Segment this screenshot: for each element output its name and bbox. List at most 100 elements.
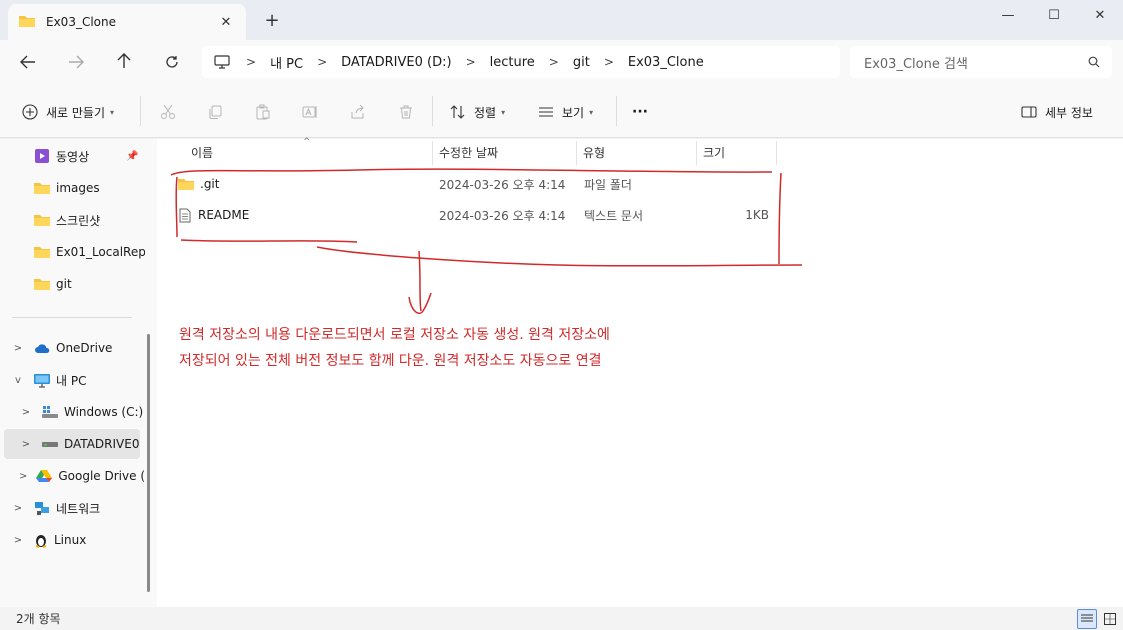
new-button[interactable]: 새로 만들기 ▾ [22, 100, 114, 124]
folder-icon [34, 278, 50, 291]
monitor-icon [214, 55, 230, 69]
sidebar-item-videos[interactable]: 동영상 📌 [0, 141, 145, 171]
details-label: 세부 정보 [1045, 105, 1093, 120]
details-pane-button[interactable]: 세부 정보 [1021, 100, 1093, 124]
arrow-right-icon [68, 54, 84, 73]
up-button[interactable] [110, 50, 138, 76]
cloud-icon [34, 343, 50, 354]
rename-button[interactable] [302, 100, 318, 124]
copy-icon [207, 104, 223, 120]
chevron-down-icon: ▾ [501, 107, 506, 117]
annotation-arrow [408, 250, 432, 315]
sidebar-scrollbar[interactable] [147, 334, 150, 592]
share-button[interactable] [350, 100, 366, 124]
breadcrumb-separator: > [317, 55, 328, 69]
toolbar-divider [432, 96, 433, 126]
command-bar: 새로 만들기 ▾ 정렬 ▾ 보기 ▾ ··· 세부 정보 [0, 86, 1123, 138]
status-bar: 2개 항목 [0, 607, 1123, 630]
sort-button[interactable]: 정렬 ▾ [450, 100, 505, 124]
video-icon [34, 148, 50, 164]
maximize-button[interactable]: ☐ [1031, 0, 1077, 30]
drive-icon [42, 405, 58, 419]
sidebar-item-label: 네트워크 [56, 501, 101, 516]
breadcrumb-git[interactable]: git [573, 55, 590, 70]
toolbar-divider [140, 96, 141, 126]
new-button-label: 새로 만들기 [46, 105, 106, 120]
sidebar-item-label: Windows (C:) [64, 405, 144, 419]
refresh-button[interactable] [158, 50, 186, 76]
chevron-right-icon[interactable]: > [10, 503, 26, 514]
tab-ex03-clone[interactable]: Ex03_Clone ✕ [8, 4, 246, 40]
address-bar[interactable]: > 내 PC > DATADRIVE0 (D:) > lecture > git… [202, 46, 840, 78]
view-button[interactable]: 보기 ▾ [538, 100, 593, 124]
new-tab-button[interactable]: + [262, 10, 282, 31]
file-list: ^ 이름 수정한 날짜 유형 크기 .git 2024-03-26 오후 4:1… [157, 137, 1123, 607]
more-options-button[interactable]: ··· [632, 100, 648, 124]
sidebar-divider [12, 317, 132, 318]
search-icon [1088, 56, 1100, 68]
breadcrumb-lecture[interactable]: lecture [490, 55, 535, 70]
back-button[interactable] [14, 50, 42, 76]
sidebar-item-images[interactable]: images [0, 173, 145, 203]
chevron-down-icon: ▾ [589, 107, 594, 117]
delete-button[interactable] [398, 100, 414, 124]
tiles-view-button[interactable] [1100, 609, 1120, 629]
chevron-down-icon[interactable]: v [10, 375, 26, 386]
sidebar-item-datadrive0[interactable]: > DATADRIVE0 [4, 429, 140, 459]
paste-button[interactable] [255, 100, 271, 124]
scissors-icon [160, 104, 176, 120]
sidebar-item-google-drive[interactable]: > Google Drive ( [0, 461, 145, 491]
search-placeholder: Ex03_Clone 검색 [864, 56, 968, 72]
pin-icon: 📌 [126, 150, 139, 162]
sidebar-item-git[interactable]: git [0, 269, 145, 299]
chevron-right-icon[interactable]: > [18, 407, 34, 418]
folder-icon [34, 214, 50, 227]
share-icon [350, 104, 366, 120]
sidebar-item-ex01-localrepo[interactable]: Ex01_LocalRepo [0, 237, 145, 267]
breadcrumb-separator: > [548, 55, 559, 69]
refresh-icon [165, 54, 179, 73]
chevron-right-icon[interactable]: > [18, 471, 28, 482]
annotation-box [170, 168, 803, 267]
sidebar-item-label: 동영상 [56, 149, 90, 164]
pc-icon [34, 373, 50, 388]
toolbar-divider [616, 96, 617, 126]
details-view-button[interactable] [1077, 609, 1097, 629]
arrow-up-icon [117, 53, 131, 73]
arrow-left-icon [20, 54, 36, 73]
view-label: 보기 [562, 105, 585, 120]
trash-icon [398, 104, 414, 120]
annotation-text-line-2: 저장되어 있는 전체 버전 정보도 함께 다운. 원격 저장소도 자동으로 연결 [179, 353, 602, 369]
sidebar-item-my-pc[interactable]: v 내 PC [0, 365, 145, 395]
search-box[interactable]: Ex03_Clone 검색 [850, 46, 1112, 78]
network-icon [34, 501, 50, 516]
cut-button[interactable] [160, 100, 176, 124]
breadcrumb-ex03-clone[interactable]: Ex03_Clone [628, 55, 704, 70]
close-tab-icon[interactable]: ✕ [216, 15, 236, 30]
sidebar-item-network[interactable]: > 네트워크 [0, 493, 145, 523]
copy-button[interactable] [207, 100, 223, 124]
rename-icon [302, 104, 318, 120]
sidebar-item-screenshots[interactable]: 스크린샷 [0, 205, 145, 235]
clipboard-icon [255, 104, 271, 120]
chevron-right-icon[interactable]: > [18, 439, 34, 450]
chevron-right-icon[interactable]: > [10, 343, 26, 354]
details-pane-icon [1021, 106, 1037, 118]
chevron-down-icon: ▾ [110, 107, 115, 117]
navigation-pane: 동영상 📌 images 스크린샷 Ex01_LocalRepo git > O… [0, 139, 157, 607]
minimize-button[interactable]: — [985, 0, 1031, 30]
forward-button[interactable] [62, 50, 90, 76]
close-window-button[interactable]: ✕ [1077, 0, 1123, 30]
chevron-right-icon[interactable]: > [10, 535, 26, 546]
breadcrumb-datadrive[interactable]: DATADRIVE0 (D:) [341, 55, 451, 70]
plus-circle-icon [22, 104, 38, 120]
sidebar-item-windows-c[interactable]: > Windows (C:) [0, 397, 145, 427]
navigation-bar: > 내 PC > DATADRIVE0 (D:) > lecture > git… [0, 40, 1123, 86]
breadcrumb-my-pc[interactable]: 내 PC [270, 53, 303, 72]
sidebar-item-label: Linux [54, 533, 87, 547]
sidebar-item-label: images [56, 181, 100, 195]
sidebar-item-linux[interactable]: > Linux [0, 525, 145, 555]
annotation-drawing [170, 168, 803, 315]
sidebar-item-label: git [56, 277, 72, 291]
sidebar-item-onedrive[interactable]: > OneDrive [0, 333, 145, 363]
